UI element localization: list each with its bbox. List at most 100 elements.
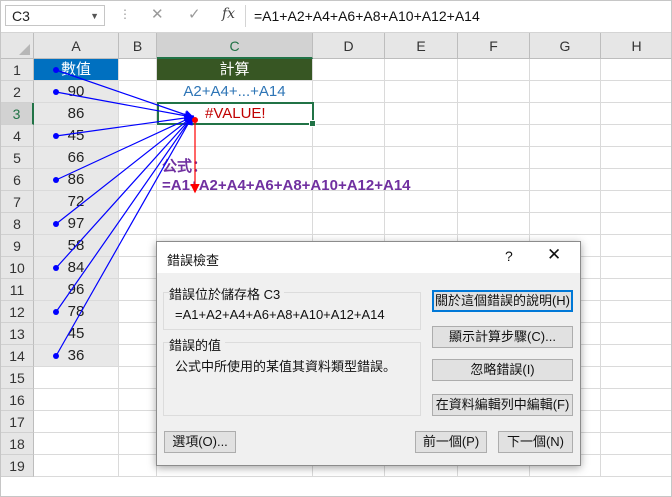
row-header-17[interactable]: 17	[1, 411, 34, 433]
row-header-6[interactable]: 6	[1, 169, 34, 191]
cell-h12[interactable]	[601, 301, 671, 323]
cell-h13[interactable]	[601, 323, 671, 345]
cell-h19[interactable]	[601, 455, 671, 477]
cell-h5[interactable]	[601, 147, 671, 169]
cell-h1[interactable]	[601, 59, 671, 81]
cell-c7[interactable]	[157, 191, 313, 213]
formula-input[interactable]: =A1+A2+A4+A6+A8+A10+A12+A14	[245, 5, 671, 27]
cell-a6[interactable]: 86	[34, 169, 119, 191]
cell-b9[interactable]	[119, 235, 157, 257]
next-button[interactable]: 下一個(N)	[498, 431, 573, 453]
cell-f6[interactable]	[458, 169, 530, 191]
more-options-icon[interactable]: ⋮	[119, 7, 131, 21]
cell-d2[interactable]	[313, 81, 385, 103]
cell-e1[interactable]	[385, 59, 458, 81]
cell-d7[interactable]	[313, 191, 385, 213]
row-header-10[interactable]: 10	[1, 257, 34, 279]
cell-h9[interactable]	[601, 235, 671, 257]
row-header-14[interactable]: 14	[1, 345, 34, 367]
cell-b19[interactable]	[119, 455, 157, 477]
row-header-1[interactable]: 1	[1, 59, 34, 81]
cell-h11[interactable]	[601, 279, 671, 301]
cell-h18[interactable]	[601, 433, 671, 455]
cell-a19[interactable]	[34, 455, 119, 477]
cell-a12[interactable]: 78	[34, 301, 119, 323]
cell-g5[interactable]	[530, 147, 601, 169]
cell-c1[interactable]: 計算	[157, 59, 313, 81]
cell-a18[interactable]	[34, 433, 119, 455]
cell-a10[interactable]: 84	[34, 257, 119, 279]
cell-h8[interactable]	[601, 213, 671, 235]
cell-a13[interactable]: 45	[34, 323, 119, 345]
help-icon[interactable]: ?	[505, 248, 513, 264]
column-header-d[interactable]: D	[313, 33, 385, 59]
cell-a16[interactable]	[34, 389, 119, 411]
row-header-19[interactable]: 19	[1, 455, 34, 477]
insert-function-icon[interactable]: fx	[222, 6, 235, 22]
cell-a5[interactable]: 66	[34, 147, 119, 169]
cell-a2[interactable]: 90	[34, 81, 119, 103]
cell-b10[interactable]	[119, 257, 157, 279]
cell-b13[interactable]	[119, 323, 157, 345]
cell-b16[interactable]	[119, 389, 157, 411]
cell-e4[interactable]	[385, 125, 458, 147]
cell-a15[interactable]	[34, 367, 119, 389]
row-header-4[interactable]: 4	[1, 125, 34, 147]
row-header-13[interactable]: 13	[1, 323, 34, 345]
row-header-2[interactable]: 2	[1, 81, 34, 103]
cell-e2[interactable]	[385, 81, 458, 103]
cell-f3[interactable]	[458, 103, 530, 125]
column-header-b[interactable]: B	[119, 33, 157, 59]
cell-a1[interactable]: 數值	[34, 59, 119, 81]
row-header-8[interactable]: 8	[1, 213, 34, 235]
cell-b18[interactable]	[119, 433, 157, 455]
cell-b17[interactable]	[119, 411, 157, 433]
cell-h15[interactable]	[601, 367, 671, 389]
row-header-18[interactable]: 18	[1, 433, 34, 455]
cell-f4[interactable]	[458, 125, 530, 147]
column-header-h[interactable]: H	[601, 33, 671, 59]
cell-f8[interactable]	[458, 213, 530, 235]
ignore-error-button[interactable]: 忽略錯誤(I)	[432, 359, 573, 381]
cell-b14[interactable]	[119, 345, 157, 367]
cell-b3[interactable]	[119, 103, 157, 125]
cell-b2[interactable]	[119, 81, 157, 103]
cell-b4[interactable]	[119, 125, 157, 147]
cell-g8[interactable]	[530, 213, 601, 235]
cell-b15[interactable]	[119, 367, 157, 389]
cell-b8[interactable]	[119, 213, 157, 235]
cell-h16[interactable]	[601, 389, 671, 411]
cell-a8[interactable]: 97	[34, 213, 119, 235]
show-calculation-steps-button[interactable]: 顯示計算步驟(C)...	[432, 326, 573, 348]
row-header-3[interactable]: 3	[1, 103, 34, 125]
cancel-icon[interactable]: ✕	[151, 5, 164, 23]
cell-f1[interactable]	[458, 59, 530, 81]
column-header-g[interactable]: G	[530, 33, 601, 59]
cell-h6[interactable]	[601, 169, 671, 191]
cell-a17[interactable]	[34, 411, 119, 433]
cell-g6[interactable]	[530, 169, 601, 191]
cell-h3[interactable]	[601, 103, 671, 125]
cell-a4[interactable]: 45	[34, 125, 119, 147]
row-header-12[interactable]: 12	[1, 301, 34, 323]
edit-in-formula-bar-button[interactable]: 在資料編輯列中編輯(F)	[432, 394, 573, 416]
cell-b11[interactable]	[119, 279, 157, 301]
cell-a9[interactable]: 58	[34, 235, 119, 257]
chevron-down-icon[interactable]: ▼	[90, 6, 99, 27]
cell-h10[interactable]	[601, 257, 671, 279]
cell-d4[interactable]	[313, 125, 385, 147]
cell-b12[interactable]	[119, 301, 157, 323]
cell-g1[interactable]	[530, 59, 601, 81]
column-header-a[interactable]: A	[34, 33, 119, 59]
cell-h7[interactable]	[601, 191, 671, 213]
cell-c3[interactable]: #VALUE!	[157, 103, 313, 125]
close-icon[interactable]: ✕	[547, 245, 561, 265]
cell-c8[interactable]	[157, 213, 313, 235]
row-header-5[interactable]: 5	[1, 147, 34, 169]
row-header-11[interactable]: 11	[1, 279, 34, 301]
cell-g2[interactable]	[530, 81, 601, 103]
cell-e5[interactable]	[385, 147, 458, 169]
cell-a11[interactable]: 96	[34, 279, 119, 301]
cell-b6[interactable]	[119, 169, 157, 191]
column-header-f[interactable]: F	[458, 33, 530, 59]
